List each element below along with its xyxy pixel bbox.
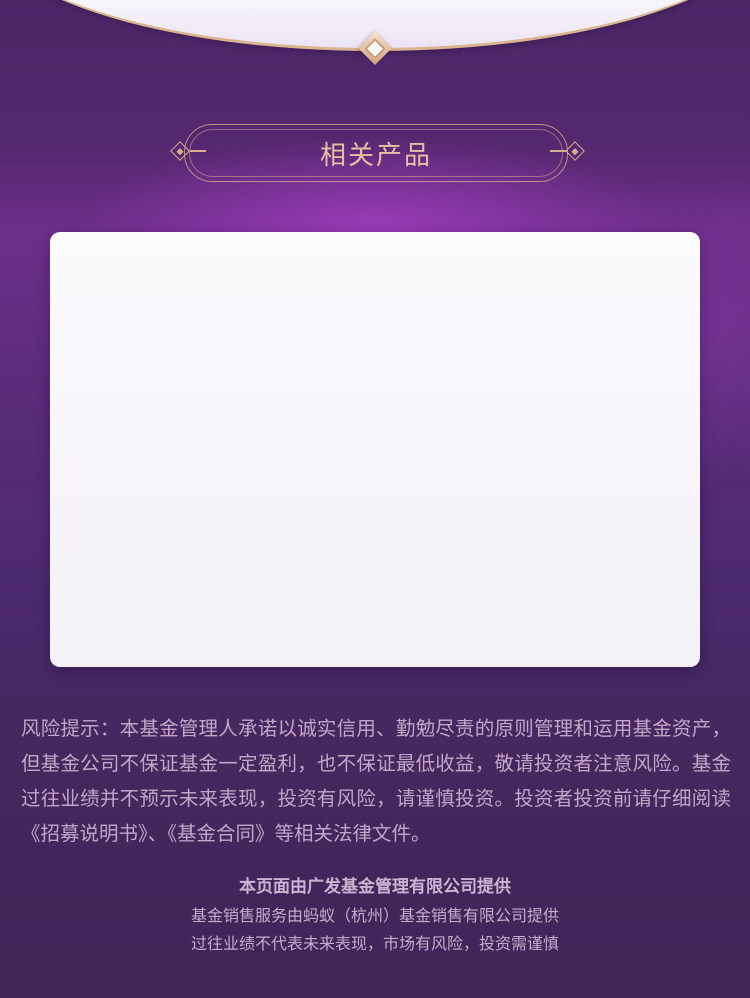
footer-sales-service: 基金销售服务由蚂蚁（杭州）基金销售有限公司提供 — [190, 906, 559, 925]
section-title: 相关产品 — [319, 140, 432, 171]
section-title-banner: 相关产品 — [184, 124, 568, 182]
diamond-medallion-icon — [357, 30, 393, 66]
related-products-card[interactable] — [50, 232, 700, 667]
risk-disclaimer: 风险提示：本基金管理人承诺以诚实信用、勤勉尽责的原则管理和运用基金资产，但基金公… — [21, 717, 731, 845]
footer-provider: 本页面由广发基金管理有限公司提供 — [239, 877, 511, 897]
footer: 本页面由广发基金管理有限公司提供 基金销售服务由蚂蚁（杭州）基金销售有限公司提供… — [0, 872, 750, 958]
footer-risk-note: 过往业绩不代表未来表现，市场有风险，投资需谨慎 — [190, 934, 559, 953]
